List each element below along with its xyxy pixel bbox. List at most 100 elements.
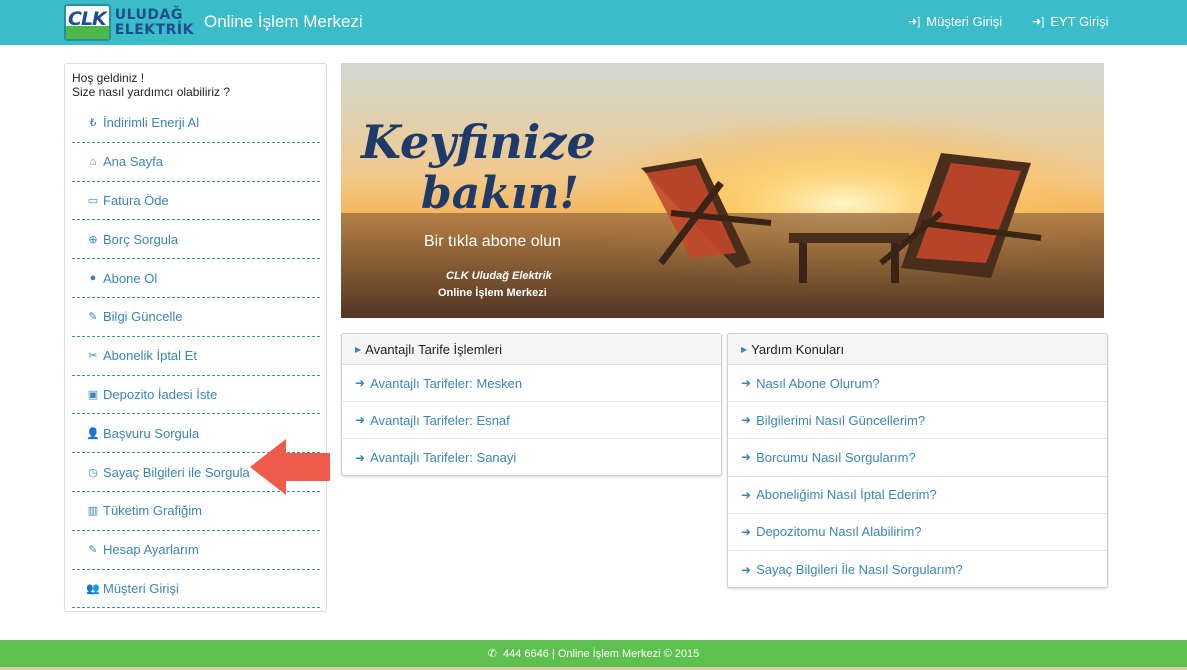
logo-mark: CLK [64,4,111,41]
banner-brand-2: Online İşlem Merkezi [438,286,547,299]
tariff-link[interactable]: ➜ Avantajlı Tarifeler: Sanayi [342,439,721,476]
banner-brand-1: CLK Uludağ Elektrik [446,270,553,282]
logo-mark-text: CLK [68,8,107,30]
sidebar-item[interactable]: ⊕ Borç Sorgula [72,220,320,260]
help-link[interactable]: ➜ Aboneliğimi Nasıl İptal Ederim? [728,477,1107,514]
tariff-panel: ▶ Avantajlı Tarife İşlemleri ➜ Avantajlı … [341,333,722,476]
welcome-line-1: Hoş geldiniz ! [72,71,145,85]
sidebar-menu: Hoş geldiniz ! Size nasıl yardımcı olabi… [64,63,327,612]
help-link[interactable]: ➜ Borcumu Nasıl Sorgularım? [728,439,1107,477]
bar-chart-icon: ▥ [87,505,99,518]
help-link-label: Aboneliğimi Nasıl İptal Ederim? [756,487,937,503]
sidebar-item-label: İndirimli Enerji Al [103,115,200,131]
tariff-link[interactable]: ➜ Avantajlı Tarifeler: Esnaf [342,402,721,440]
sidebar-item[interactable]: ✎ Hesap Ayarlarım [72,531,320,570]
sidebar-item-label: Başvuru Sorgula [103,425,200,441]
globe-icon: ● [89,272,97,285]
money-icon: ▣ [87,388,99,401]
sidebar-item-label: Müşteri Girişi [103,580,179,596]
promo-banner[interactable]: Keyfinize bakın! Bir tıkla abone olun CL… [341,63,1104,318]
help-link-label: Sayaç Bilgileri İle Nasıl Sorgularım? [756,562,963,578]
footer-text: 444 6646 | Online İşlem Merkezi © 2015 [502,647,700,660]
tariff-link-label: Avantajlı Tarifeler: Esnaf [370,412,510,428]
help-link-label: Bilgilerimi Nasıl Güncellerim? [756,412,926,428]
sidebar-item[interactable]: ⌂ Ana Sayfa [72,143,320,182]
lira-icon: ₺ [89,117,97,130]
help-link-label: Borcumu Nasıl Sorgularım? [756,449,916,465]
banner-headline-2: bakın! [421,168,579,219]
tariff-link[interactable]: ➜ Avantajlı Tarifeler: Mesken [342,365,721,403]
edit-icon: ✎ [88,311,98,324]
top-navbar: CLK ULUDAĞ ELEKTRİK Online İşlem Merkezi… [0,0,1187,45]
caret-right-icon: ▶ [355,344,362,354]
arrow-right-icon: ➜ [741,487,752,502]
edit-icon: ✎ [88,544,98,557]
eyt-login-label: EYT Girişi [1050,14,1109,29]
sidebar-item-label: Sayaç Bilgileri ile Sorgula [103,464,250,480]
customer-login-link[interactable]: ➜] Müşteri Girişi [908,14,1002,29]
company-logo[interactable]: CLK ULUDAĞ ELEKTRİK [64,4,194,41]
caret-right-icon: ▶ [741,344,748,354]
sidebar-item[interactable]: ▭ Fatura Öde [72,182,320,221]
arrow-right-icon: ➜ [355,413,366,428]
sidebar-item-label: Hesap Ayarlarım [103,542,199,558]
sidebar-item-label: Fatura Öde [103,192,169,208]
sidebar-item-label: Bilgi Güncelle [103,309,183,325]
arrow-right-icon: ➜ [355,450,366,465]
banner-subtitle: Bir tıkla abone olun [424,233,561,250]
sidebar-list: ₺ İndirimli Enerji Al ⌂ Ana Sayfa ▭ Fatura Öd… [72,104,320,609]
sidebar-item[interactable]: ✂ Abonelik İptal Et [72,337,320,376]
welcome-line-2: Size nasıl yardımcı olabiliriz ? [72,85,231,99]
tariff-panel-title: Avantajlı Tarife İşlemleri [365,341,502,357]
help-panel-title: Yardım Konuları [751,341,845,357]
help-link[interactable]: ➜ Sayaç Bilgileri İle Nasıl Sorgularım? [728,551,1107,588]
help-panel-header: ▶ Yardım Konuları [728,334,1107,365]
help-link[interactable]: ➜ Bilgilerimi Nasıl Güncellerim? [728,402,1107,440]
sidebar-item[interactable]: 👥 Müşteri Girişi [72,570,320,609]
clock-icon: ◷ [88,466,98,479]
credit-card-icon: ▭ [87,194,99,207]
sidebar-item-label: Abone Ol [103,270,158,286]
sign-in-icon: ➜] [908,16,921,28]
sidebar-item-label: Depozito İadesi İste [103,386,218,402]
sidebar-item-label: Tüketim Grafiğim [103,503,202,519]
welcome-text: Hoş geldiniz ! Size nasıl yardımcı olabi… [72,71,230,99]
app-title: Online İşlem Merkezi [204,12,363,31]
logo-wordmark: ULUDAĞ ELEKTRİK [114,6,194,38]
arrow-right-icon: ➜ [741,524,752,539]
sidebar-item-label: Ana Sayfa [103,154,163,170]
arrow-right-icon: ➜ [741,376,752,391]
sidebar-item[interactable]: ₺ İndirimli Enerji Al [72,104,320,143]
sidebar-item[interactable]: ▣ Depozito İadesi İste [72,376,320,415]
logo-line-1: ULUDAĞ [114,6,183,23]
users-icon: 👥 [86,582,100,595]
banner-image: Keyfinize bakın! Bir tıkla abone olun CL… [341,63,1104,318]
sidebar-item-label: Abonelik İptal Et [103,348,197,364]
help-link-label: Nasıl Abone Olurum? [756,375,880,391]
banner-headline-1: Keyfinize [359,115,596,169]
tariff-panel-header: ▶ Avantajlı Tarife İşlemleri [342,334,721,365]
sidebar-item-label: Borç Sorgula [103,231,179,247]
help-link-label: Depozitomu Nasıl Alabilirim? [756,524,922,540]
help-link[interactable]: ➜ Depozitomu Nasıl Alabilirim? [728,514,1107,551]
sidebar-item[interactable]: ▥ Tüketim Grafiğim [72,492,320,531]
tariff-link-label: Avantajlı Tarifeler: Sanayi [370,450,517,466]
home-icon: ⌂ [89,155,97,168]
sidebar-item[interactable]: ● Abone Ol [72,259,320,298]
sidebar-item[interactable]: ✎ Bilgi Güncelle [72,298,320,337]
help-link[interactable]: ➜ Nasıl Abone Olurum? [728,365,1107,403]
scissors-icon: ✂ [88,350,98,363]
customer-login-label: Müşteri Girişi [926,14,1003,29]
arrow-right-icon: ➜ [355,376,366,391]
tariff-link-label: Avantajlı Tarifeler: Mesken [370,375,523,391]
arrow-right-icon: ➜ [741,450,752,465]
phone-icon: ✆ [487,648,497,660]
help-panel: ▶ Yardım Konuları ➜ Nasıl Abone Olurum? ➜ B… [727,333,1108,588]
user-plus-icon: 👤 [86,427,100,440]
logo-line-2: ELEKTRİK [114,21,194,38]
footer: ✆ 444 6646 | Online İşlem Merkezi © 2015 [0,640,1187,667]
arrow-right-icon: ➜ [741,413,752,428]
eyt-login-link[interactable]: ➜] EYT Girişi [1032,14,1109,29]
arrow-right-icon: ➜ [741,562,752,577]
pointer-arrow-icon [250,439,330,495]
